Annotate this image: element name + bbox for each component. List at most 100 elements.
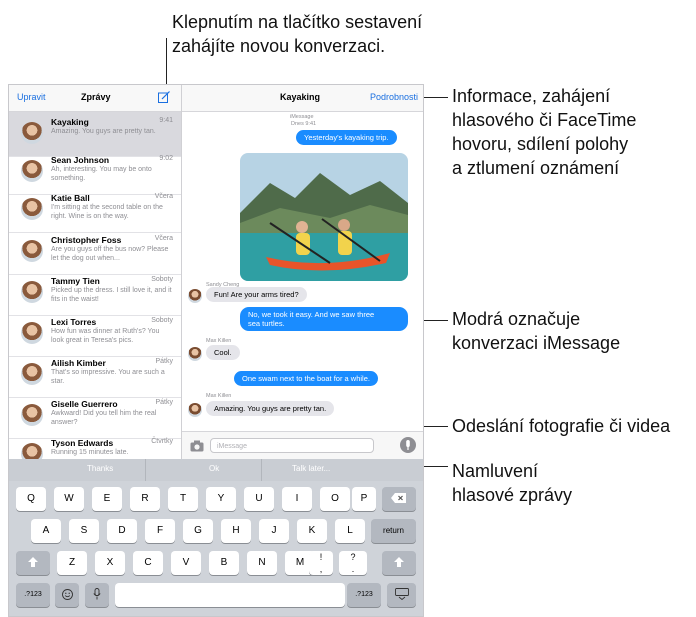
conversation-item[interactable]: Tammy Tien Soboty Picked up the dress. I… (9, 271, 181, 316)
avatar (21, 322, 43, 344)
callout-compose: Klepnutím na tlačítko sestavení zahájíte… (172, 10, 532, 58)
key-n[interactable]: N (247, 551, 277, 575)
conversation-preview: Ah, interesting. You may be onto somethi… (51, 166, 152, 182)
suggestion[interactable]: Ok (209, 464, 219, 473)
return-key[interactable]: return (371, 519, 416, 543)
avatar (21, 404, 43, 426)
callout-details-line3: hovoru, sdílení polohy (452, 134, 629, 154)
avatar (21, 443, 43, 459)
chat-pane: Kayaking Podrobnosti iMessage Dnes 9:41 … (182, 85, 423, 460)
conversation-item[interactable]: Tyson Edwards Čtvrtky Running 15 minutes… (9, 433, 181, 459)
key-j[interactable]: J (259, 519, 289, 543)
key-question[interactable]: ? . (339, 551, 367, 575)
key-q[interactable]: Q (16, 487, 46, 511)
key-z[interactable]: Z (57, 551, 87, 575)
key-c[interactable]: C (133, 551, 163, 575)
key-h[interactable]: H (221, 519, 251, 543)
keyboard-hide-icon (394, 588, 409, 601)
suggestion[interactable]: Thanks (87, 464, 113, 473)
message-input[interactable]: iMessage (210, 438, 374, 453)
key-f[interactable]: F (145, 519, 175, 543)
details-button[interactable]: Podrobnosti (370, 92, 418, 102)
message-line: sea turtles. (248, 319, 285, 328)
key-x[interactable]: X (95, 551, 125, 575)
key-d[interactable]: D (107, 519, 137, 543)
avatar (188, 289, 202, 303)
camera-icon[interactable] (190, 439, 204, 452)
key-v[interactable]: V (171, 551, 201, 575)
kayak-photo[interactable] (240, 153, 408, 281)
key-i[interactable]: I (282, 487, 312, 511)
sidebar-header: Upravit Zprávy (9, 85, 181, 112)
hide-keyboard-key[interactable] (387, 583, 416, 607)
key-symbol: ? (350, 552, 356, 562)
key-k[interactable]: K (297, 519, 327, 543)
conversation-item[interactable]: Christopher Foss Včera Are you guys off … (9, 230, 181, 275)
sender-label: Max Killen (206, 393, 232, 399)
sender-label: Max Killen (206, 338, 232, 344)
key-a[interactable]: A (31, 519, 61, 543)
conversation-time: Pátky (155, 358, 173, 365)
emoji-key[interactable] (55, 583, 79, 607)
conversation-item[interactable]: Lexi Torres Soboty How fun was dinner at… (9, 312, 181, 357)
key-l[interactable]: L (335, 519, 365, 543)
quicktype-bar: Thanks Ok Talk later... (9, 459, 423, 481)
conversation-time: Pátky (155, 399, 173, 406)
key-exclamation[interactable]: ! , (309, 551, 333, 575)
key-y[interactable]: Y (206, 487, 236, 511)
compose-icon[interactable] (157, 90, 171, 104)
message-line: No, we took it easy. And we saw three (248, 310, 375, 319)
key-g[interactable]: G (183, 519, 213, 543)
edit-button[interactable]: Upravit (17, 92, 46, 102)
shift-key-right[interactable] (382, 551, 416, 575)
conversation-preview: I'm sitting at the second table on the r… (51, 204, 163, 220)
divider (261, 459, 262, 481)
key-p[interactable]: P (352, 487, 376, 511)
delete-icon (391, 493, 407, 504)
conversation-item[interactable]: Katie Ball Včera I'm sitting at the seco… (9, 188, 181, 233)
key-r[interactable]: R (130, 487, 160, 511)
conversation-name: Christopher Foss (51, 235, 122, 245)
callout-blue-line2: konverzaci iMessage (452, 333, 621, 353)
conversation-time: Čtvrtky (151, 438, 173, 445)
callout-details-line2: hlasového či FaceTime (452, 110, 637, 130)
avatar (188, 403, 202, 417)
shift-icon (28, 557, 38, 568)
key-symbol: , (319, 564, 323, 574)
emoji-icon (61, 588, 73, 600)
conversation-name: Giselle Guerrero (51, 399, 118, 409)
microphone-icon[interactable] (400, 437, 416, 453)
numbers-key-right[interactable]: .?123 (347, 583, 381, 607)
conversation-name: Katie Ball (51, 193, 90, 203)
conversation-time: Soboty (151, 317, 173, 324)
space-bar[interactable] (115, 583, 345, 607)
conversation-name: Sean Johnson (51, 155, 110, 165)
delete-key[interactable] (382, 487, 416, 511)
shift-key-left[interactable] (16, 551, 50, 575)
conversation-preview: Picked up the dress. I still love it, an… (51, 287, 172, 303)
key-o[interactable]: O (320, 487, 350, 511)
key-u[interactable]: U (244, 487, 274, 511)
conversation-time: Včera (154, 193, 173, 200)
callout-photo: Odeslání fotografie či videa (452, 414, 696, 438)
conversation-preview: That's so impressive. You are such a sta… (51, 369, 165, 385)
divider (145, 459, 146, 481)
conversation-preview: Awkward! Did you tell him the real answe… (51, 410, 157, 426)
key-e[interactable]: E (92, 487, 122, 511)
message-bubble-incoming: Amazing. You guys are pretty tan. (206, 401, 335, 416)
key-s[interactable]: S (69, 519, 99, 543)
suggestion[interactable]: Talk later... (292, 464, 330, 473)
conversation-time: 9:02 (159, 155, 173, 162)
keyboard: Thanks Ok Talk later... Q W E R T Y U I … (9, 459, 423, 616)
key-b[interactable]: B (209, 551, 239, 575)
conversation-preview: Are you guys off the bus now? Please let… (51, 246, 169, 262)
dictation-key[interactable] (85, 583, 109, 607)
key-t[interactable]: T (168, 487, 198, 511)
conversation-item[interactable]: Ailish Kimber Pátky That's so impressive… (9, 353, 181, 398)
key-w[interactable]: W (54, 487, 84, 511)
conversation-time: Soboty (151, 276, 173, 283)
numbers-key-left[interactable]: .?123 (16, 583, 50, 607)
sidebar-title: Zprávy (81, 92, 111, 102)
conversation-preview: Amazing. You guys are pretty tan. (51, 128, 156, 135)
callout-details: Informace, zahájení hlasového či FaceTim… (452, 84, 692, 180)
